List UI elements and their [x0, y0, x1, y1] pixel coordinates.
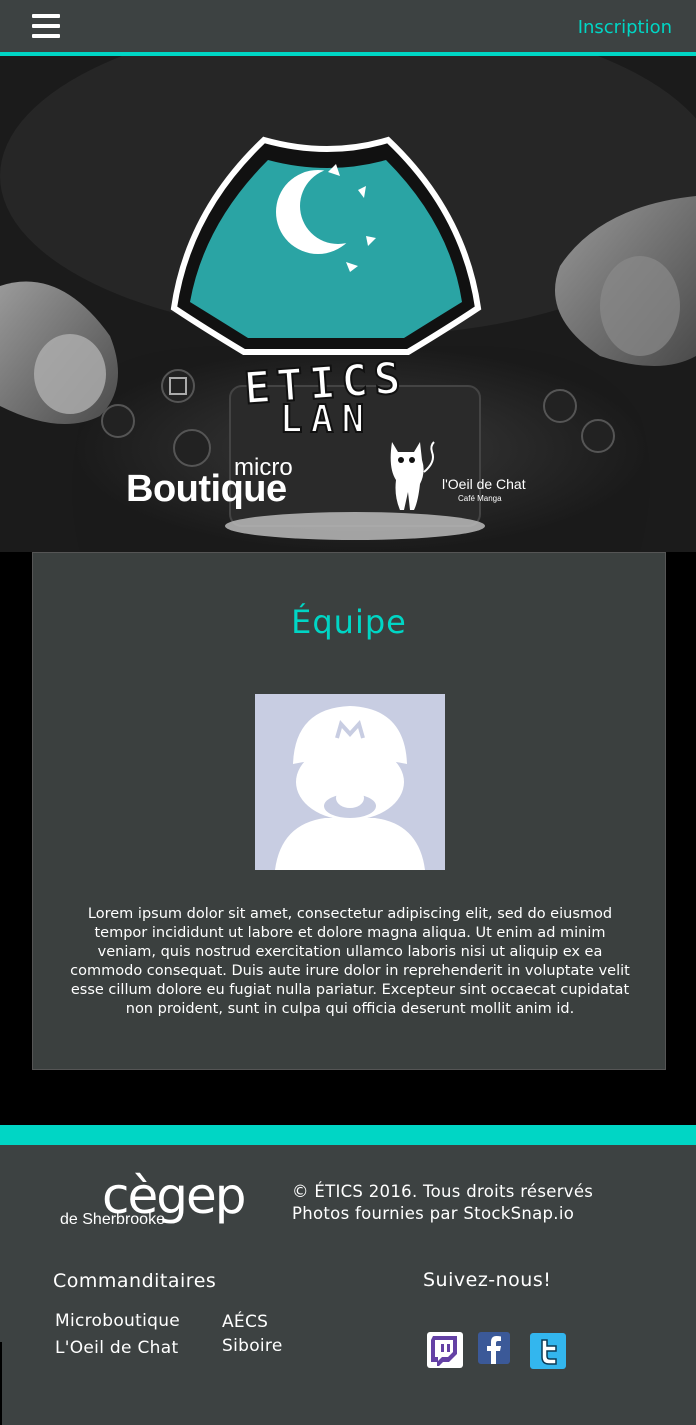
team-title: Équipe — [291, 603, 407, 641]
team-card: Équipe Lorem ipsum dolor sit amet, conse… — [32, 552, 666, 1070]
team-description: Lorem ipsum dolor sit amet, consectetur … — [70, 906, 630, 1017]
twitter-icon[interactable] — [530, 1333, 566, 1369]
top-navbar: Inscription — [0, 0, 696, 56]
copyright-line: © ÉTICS 2016. Tous droits réservés — [292, 1182, 594, 1201]
site-footer: cègep de Sherbrooke © ÉTICS 2016. Tous d… — [0, 1125, 696, 1425]
etics-lan-logo: ETICS LAN — [170, 136, 482, 442]
logo-cafe-manga-text: Café Manga — [458, 494, 502, 503]
microboutique-logo: micro Boutique — [126, 454, 316, 514]
hamburger-menu-icon[interactable] — [32, 14, 60, 40]
cat-silhouette-icon — [390, 441, 435, 510]
facebook-icon[interactable] — [478, 1332, 510, 1364]
mario-silhouette-avatar-icon — [255, 694, 445, 870]
cegep-logo-sub-text: de Sherbrooke — [60, 1211, 165, 1228]
sponsors-heading: Commanditaires — [53, 1270, 217, 1292]
photo-credit-line: Photos fournies par StockSnap.io — [292, 1204, 575, 1223]
follow-us-heading: Suivez-nous! — [423, 1269, 552, 1291]
sponsor-link-microboutique[interactable]: Microboutique — [55, 1311, 180, 1331]
logo-oeil-de-chat-text: l'Oeil de Chat — [442, 476, 526, 492]
hero-banner: ETICS LAN micro Boutique l'Oeil de Chat … — [0, 56, 696, 552]
signup-link[interactable]: Inscription — [578, 17, 672, 38]
sponsor-link-oeil-de-chat[interactable]: L'Oeil de Chat — [55, 1338, 178, 1358]
logo-text-lan: LAN — [280, 397, 373, 441]
oeil-de-chat-logo: l'Oeil de Chat Café Manga — [384, 432, 544, 512]
sponsor-link-siboire[interactable]: Siboire — [222, 1336, 283, 1356]
copyright-block: © ÉTICS 2016. Tous droits réservés Photo… — [292, 1181, 593, 1225]
edge-strip — [0, 1342, 2, 1425]
twitch-icon[interactable] — [427, 1332, 463, 1368]
cegep-sherbrooke-logo: cègep de Sherbrooke — [58, 1167, 258, 1233]
logo-boutique-text: Boutique — [126, 468, 287, 510]
sponsor-link-aecs[interactable]: AÉCS — [222, 1312, 268, 1332]
